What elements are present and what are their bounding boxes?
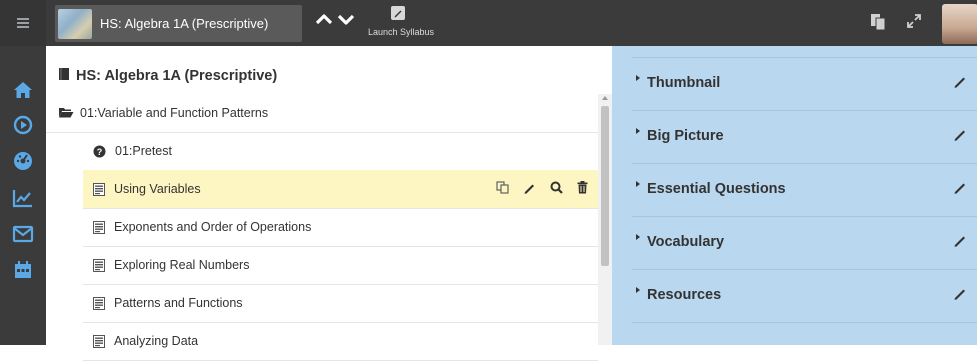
lesson-label: Exploring Real Numbers xyxy=(114,258,250,272)
course-tab[interactable]: HS: Algebra 1A (Prescriptive) xyxy=(55,5,302,42)
caret-right-icon xyxy=(636,75,640,81)
caret-right-icon xyxy=(636,128,640,134)
outline-scrollbar[interactable] xyxy=(598,94,612,345)
mail-icon[interactable] xyxy=(0,220,46,248)
course-thumbnail xyxy=(58,8,92,39)
lesson-doc-icon xyxy=(93,334,105,348)
top-bar: HS: Algebra 1A (Prescriptive) Launch Syl… xyxy=(0,0,977,46)
section-label: Resources xyxy=(647,287,722,303)
chart-icon[interactable] xyxy=(0,184,46,212)
unit-row[interactable]: 01:Variable and Function Patterns xyxy=(46,94,598,133)
course-header-title: HS: Algebra 1A (Prescriptive) xyxy=(76,68,278,84)
scroll-thumb[interactable] xyxy=(601,106,609,266)
course-tab-title: HS: Algebra 1A (Prescriptive) xyxy=(100,16,269,31)
copy-icon[interactable] xyxy=(870,13,886,36)
list-item[interactable]: Exponents and Order of Operations xyxy=(83,208,598,247)
left-rail xyxy=(0,46,46,345)
list-item[interactable]: Exploring Real Numbers xyxy=(83,246,598,285)
list-item-selected[interactable]: Using Variables xyxy=(83,170,598,209)
pencil-icon[interactable] xyxy=(953,74,967,93)
expand-icon[interactable] xyxy=(906,13,922,34)
home-icon[interactable] xyxy=(0,76,46,104)
caret-right-icon xyxy=(636,287,640,293)
lesson-label: Exponents and Order of Operations xyxy=(114,220,312,234)
list-item[interactable]: Patterns and Functions xyxy=(83,284,598,323)
pencil-icon xyxy=(391,6,405,20)
lesson-doc-icon xyxy=(93,182,105,196)
chevron-up-icon[interactable] xyxy=(315,12,333,30)
lesson-label: 01:Pretest xyxy=(115,144,172,158)
scroll-up-arrow[interactable] xyxy=(602,96,608,100)
lesson-label: Patterns and Functions xyxy=(114,296,243,310)
lesson-label: Using Variables xyxy=(114,182,201,196)
play-icon[interactable] xyxy=(0,111,46,139)
course-outline-panel: HS: Algebra 1A (Prescriptive) 01:Variabl… xyxy=(46,46,613,361)
launch-syllabus-label: Launch Syllabus xyxy=(368,27,435,37)
section-resources[interactable]: Resources xyxy=(632,270,977,323)
section-label: Essential Questions xyxy=(647,181,786,197)
calendar-icon[interactable] xyxy=(0,256,46,284)
pencil-icon[interactable] xyxy=(953,127,967,146)
page-title: HS: Algebra 1A (Prescriptive) xyxy=(58,66,277,86)
section-thumbnail[interactable]: Thumbnail xyxy=(632,58,977,111)
avatar[interactable] xyxy=(942,4,977,44)
section-label: Big Picture xyxy=(647,128,724,144)
section-label: Thumbnail xyxy=(647,75,721,91)
lesson-doc-icon xyxy=(93,258,105,272)
section-label: Vocabulary xyxy=(647,234,725,250)
hamburger-icon[interactable] xyxy=(0,0,46,46)
book-icon xyxy=(58,67,70,85)
folder-open-icon xyxy=(58,106,74,121)
list-item[interactable]: ? 01:Pretest xyxy=(83,132,598,171)
search-icon[interactable] xyxy=(550,181,563,197)
lesson-doc-icon xyxy=(93,296,105,310)
pencil-icon[interactable] xyxy=(953,180,967,199)
pencil-icon[interactable] xyxy=(953,286,967,305)
pencil-icon[interactable] xyxy=(523,181,536,197)
question-circle-icon: ? xyxy=(93,145,106,158)
list-item[interactable]: Analyzing Data xyxy=(83,322,598,361)
section-vocabulary[interactable]: Vocabulary xyxy=(632,217,977,270)
svg-text:?: ? xyxy=(97,147,103,157)
pencil-icon[interactable] xyxy=(953,233,967,252)
caret-right-icon xyxy=(636,234,640,240)
copy-icon[interactable] xyxy=(496,181,509,197)
section-big-picture[interactable]: Big Picture xyxy=(632,111,977,164)
section-essential-questions[interactable]: Essential Questions xyxy=(632,164,977,217)
gauge-icon[interactable] xyxy=(0,146,46,174)
lesson-doc-icon xyxy=(93,220,105,234)
unit-label: 01:Variable and Function Patterns xyxy=(80,106,269,120)
lesson-details-pane: Thumbnail Big Picture Essential Question… xyxy=(612,46,977,345)
launch-syllabus-button[interactable]: Launch Syllabus xyxy=(368,6,434,40)
chevron-down-icon[interactable] xyxy=(337,12,355,30)
trash-icon[interactable] xyxy=(577,181,588,197)
row-actions xyxy=(496,170,588,208)
lesson-label: Analyzing Data xyxy=(114,334,199,348)
caret-right-icon xyxy=(636,181,640,187)
